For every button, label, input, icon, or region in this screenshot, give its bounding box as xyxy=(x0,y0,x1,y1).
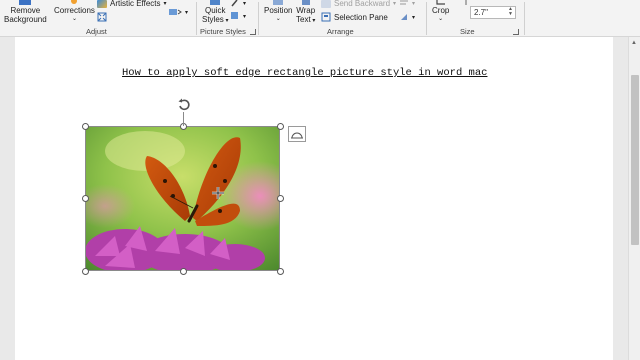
corrections-chevron-down-icon: ⌄ xyxy=(71,16,77,22)
rotate-handle-line xyxy=(183,112,184,126)
picture-effects-icon xyxy=(231,12,238,19)
align-button[interactable]: ▾ xyxy=(399,0,415,7)
size-group-label: Size xyxy=(460,27,475,36)
picture-effects-button[interactable]: ▾ xyxy=(230,11,246,21)
picture-effects-chevron-icon: ▾ xyxy=(243,13,247,20)
send-backward-label: Send Backward xyxy=(334,0,391,8)
resize-handle-left[interactable] xyxy=(82,195,89,202)
scrollbar-thumb[interactable] xyxy=(631,75,639,245)
adjust-group: Remove Background Corrections ⌄ Artistic… xyxy=(0,0,195,37)
quick-styles-label-1: Quick xyxy=(205,6,226,15)
document-title-text[interactable]: How to apply soft edge rectangle picture… xyxy=(122,67,487,79)
resize-handle-bottom-right[interactable] xyxy=(277,268,284,275)
selection-pane-button[interactable]: Selection Pane xyxy=(321,12,388,22)
size-launcher-icon[interactable] xyxy=(513,29,519,35)
resize-handle-top-right[interactable] xyxy=(277,123,284,130)
quick-styles-label-2-wrap: Styles ▾ xyxy=(202,15,228,26)
rotate-icon xyxy=(401,14,407,20)
corrections-button[interactable]: Corrections ⌄ xyxy=(54,0,95,24)
picture-styles-launcher-icon[interactable] xyxy=(250,29,256,35)
picture-border-icon xyxy=(231,0,238,7)
change-picture-icon xyxy=(169,9,182,15)
resize-handle-bottom-left[interactable] xyxy=(82,268,89,275)
vertical-scrollbar[interactable]: ▲ xyxy=(628,37,640,360)
wrap-text-button[interactable]: Wrap Text ▾ xyxy=(296,0,315,26)
send-backward-button[interactable]: Send Backward ▾ xyxy=(321,0,396,8)
quick-styles-chevron-icon: ▾ xyxy=(223,18,229,24)
resize-handle-bottom[interactable] xyxy=(180,268,187,275)
align-icon xyxy=(400,0,408,5)
layout-options-button[interactable] xyxy=(288,126,306,142)
arrange-group: Position ⌄ Wrap Text ▾ Send Backward ▾ S… xyxy=(259,0,425,37)
picture-styles-group-label: Picture Styles xyxy=(200,27,246,36)
wrap-text-label-1: Wrap xyxy=(296,6,316,15)
wrap-text-label-2: Text xyxy=(296,15,311,24)
resize-handle-right[interactable] xyxy=(277,195,284,202)
change-picture-button[interactable]: ▾ xyxy=(168,7,188,17)
adjust-group-label: Adjust xyxy=(86,27,107,36)
width-value: 2.7" xyxy=(474,8,488,17)
rotate-handle-icon[interactable] xyxy=(177,98,191,112)
selection-pane-label: Selection Pane xyxy=(334,12,388,22)
align-chevron-icon: ▾ xyxy=(412,0,416,7)
artistic-effects-button[interactable]: Artistic Effects ▾ xyxy=(97,0,167,8)
send-backward-icon xyxy=(321,0,331,8)
crop-chevron-icon: ⌄ xyxy=(438,16,444,22)
position-button[interactable]: Position ⌄ xyxy=(264,0,292,24)
compress-icon xyxy=(97,12,107,22)
remove-background-label-2: Background xyxy=(4,15,47,24)
resize-handle-top-left[interactable] xyxy=(82,123,89,130)
wrap-text-label-2-wrap: Text ▾ xyxy=(296,15,315,26)
compress-pictures-button[interactable] xyxy=(97,12,107,22)
artistic-effects-label: Artistic Effects xyxy=(110,0,161,8)
scroll-up-icon[interactable]: ▲ xyxy=(631,40,637,46)
picture-border-chevron-icon: ▾ xyxy=(243,0,247,7)
height-icon xyxy=(465,0,467,5)
rotate-chevron-icon: ▾ xyxy=(412,14,416,21)
quick-styles-button[interactable]: Quick Styles ▾ xyxy=(202,0,228,26)
send-backward-chevron-icon: ▾ xyxy=(393,1,397,7)
remove-background-label-1: Remove xyxy=(10,6,41,15)
crop-label: Crop xyxy=(432,6,450,15)
remove-background-button[interactable]: Remove Background xyxy=(4,0,47,24)
artistic-effects-icon xyxy=(97,0,107,8)
rotate-button[interactable]: ▾ xyxy=(399,12,415,22)
crop-button[interactable]: Crop ⌄ xyxy=(432,0,449,24)
picture-border-button[interactable]: ▾ xyxy=(230,0,246,7)
corrections-label: Corrections xyxy=(54,6,95,15)
layout-options-icon xyxy=(291,132,303,139)
spinner-arrows-icon[interactable]: ▲ ▼ xyxy=(508,7,513,17)
wrap-text-chevron-icon: ▾ xyxy=(310,18,316,24)
height-icon-wrap xyxy=(461,0,471,5)
position-chevron-icon: ⌄ xyxy=(275,16,281,22)
ribbon: Remove Background Corrections ⌄ Artistic… xyxy=(0,0,640,37)
ribbon-separator xyxy=(524,2,525,35)
width-spinner[interactable]: 2.7" ▲ ▼ xyxy=(470,6,516,19)
quick-styles-label-2: Styles xyxy=(202,15,224,24)
change-picture-chevron-icon: ▾ xyxy=(185,9,189,16)
selection-pane-icon xyxy=(321,12,331,22)
picture-styles-group: Quick Styles ▾ ▾ ▾ Picture Styles xyxy=(197,0,257,37)
artistic-effects-chevron-down-icon: ▾ xyxy=(163,1,167,7)
position-label: Position xyxy=(264,6,293,15)
arrange-group-label: Arrange xyxy=(327,27,354,36)
move-cursor-icon xyxy=(212,187,224,199)
picture-selection-border xyxy=(85,126,280,271)
